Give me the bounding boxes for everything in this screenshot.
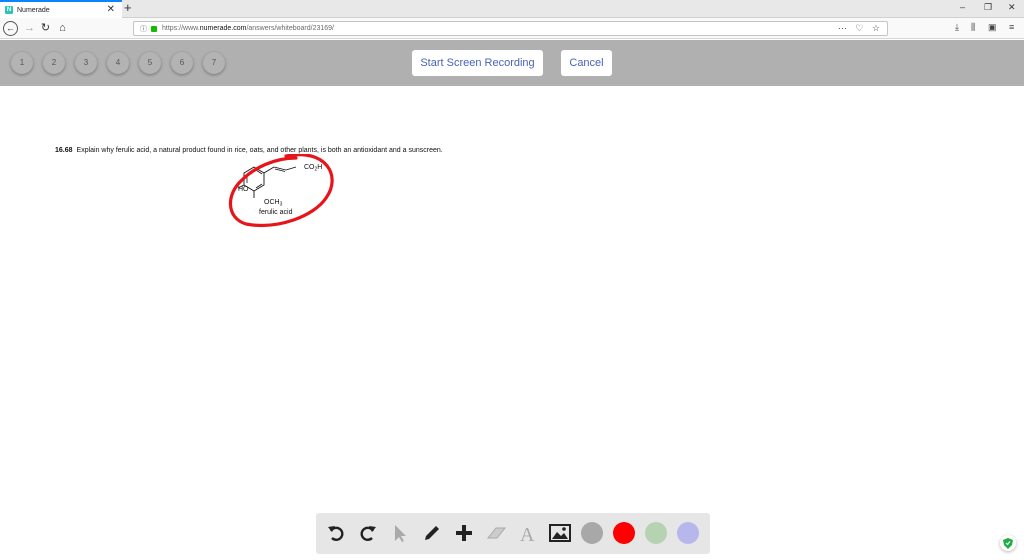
svg-text:OCH3: OCH3: [264, 199, 283, 208]
url-domain: numerade.com: [199, 25, 247, 32]
color-swatch-purple[interactable]: [677, 522, 699, 544]
undo-icon[interactable]: [324, 521, 348, 545]
menu-icon[interactable]: ≡: [1009, 22, 1014, 32]
numerade-favicon-icon: N: [5, 6, 13, 14]
download-icon[interactable]: ⤓: [955, 22, 959, 33]
plus-icon[interactable]: [452, 521, 476, 545]
url-prefix: https://www.: [162, 25, 200, 32]
text-icon[interactable]: A: [516, 521, 540, 545]
och3-label: OCH: [264, 199, 280, 206]
page-actions-icon[interactable]: ⋯ ♡ ☆: [838, 23, 883, 34]
och3-subscript: 3: [280, 202, 283, 208]
url-text: https://www.numerade.com/answers/whitebo…: [162, 25, 334, 32]
ferulic-acid-structure: CO2H HO OCH3 ferulic acid: [228, 154, 334, 227]
redo-icon[interactable]: [356, 521, 380, 545]
info-icon[interactable]: ⓘ: [140, 24, 147, 34]
question-text: 16.68 Explain why ferulic acid, a natural…: [55, 147, 443, 154]
pencil-icon[interactable]: [420, 521, 444, 545]
close-window-icon[interactable]: ✕: [1008, 2, 1016, 13]
url-bar[interactable]: ⓘ https://www.numerade.com/answers/white…: [133, 21, 888, 36]
browser-tab[interactable]: N Numerade ✕: [0, 0, 122, 18]
minimize-icon[interactable]: –: [960, 2, 965, 12]
lock-icon: [151, 25, 157, 32]
page-button-3[interactable]: 3: [75, 52, 97, 74]
molecule-name: ferulic acid: [259, 209, 293, 216]
pointer-icon[interactable]: [388, 521, 412, 545]
shield-check-icon[interactable]: [1000, 535, 1016, 551]
ho-label: HO: [238, 186, 249, 193]
color-swatch-gray[interactable]: [581, 522, 603, 544]
restore-icon[interactable]: ❐: [984, 2, 992, 13]
color-swatch-green[interactable]: [645, 522, 667, 544]
forward-icon[interactable]: →: [22, 21, 37, 36]
question-body: Explain why ferulic acid, a natural prod…: [76, 147, 443, 154]
page-button-7[interactable]: 7: [203, 52, 225, 74]
image-icon[interactable]: [548, 521, 572, 545]
recording-bar: 1234567 Start Screen Recording Cancel: [0, 40, 1024, 86]
svg-text:CO2H: CO2H: [304, 164, 322, 173]
drawing-toolbar: A: [316, 513, 710, 554]
close-tab-icon[interactable]: ✕: [107, 4, 115, 15]
url-path: /answers/whiteboard/23169/: [246, 25, 334, 32]
library-icon[interactable]: ⫼: [971, 22, 975, 33]
home-icon[interactable]: ⌂: [55, 21, 70, 36]
question-number: 16.68: [55, 147, 73, 154]
co2h-label: CO: [304, 164, 315, 171]
svg-text:A: A: [520, 524, 535, 543]
new-tab-icon[interactable]: +: [124, 1, 132, 15]
sidebar-icon[interactable]: ▣: [988, 22, 997, 33]
cancel-button[interactable]: Cancel: [561, 50, 612, 76]
page-button-6[interactable]: 6: [171, 52, 193, 74]
tab-title: Numerade: [17, 6, 50, 14]
browser-nav-bar: ← → ↻ ⌂ ⓘ https://www.numerade.com/answe…: [0, 18, 1024, 39]
color-swatch-red[interactable]: [613, 522, 635, 544]
reload-icon[interactable]: ↻: [38, 21, 53, 36]
co2h-tail: H: [317, 164, 322, 171]
page-button-4[interactable]: 4: [107, 52, 129, 74]
page-button-5[interactable]: 5: [139, 52, 161, 74]
page-button-2[interactable]: 2: [43, 52, 65, 74]
browser-tab-bar: N Numerade ✕ + – ❐ ✕: [0, 0, 1024, 18]
page-button-1[interactable]: 1: [11, 52, 33, 74]
back-icon[interactable]: ←: [3, 21, 18, 36]
eraser-icon[interactable]: [484, 521, 508, 545]
start-screen-recording-button[interactable]: Start Screen Recording: [412, 50, 543, 76]
